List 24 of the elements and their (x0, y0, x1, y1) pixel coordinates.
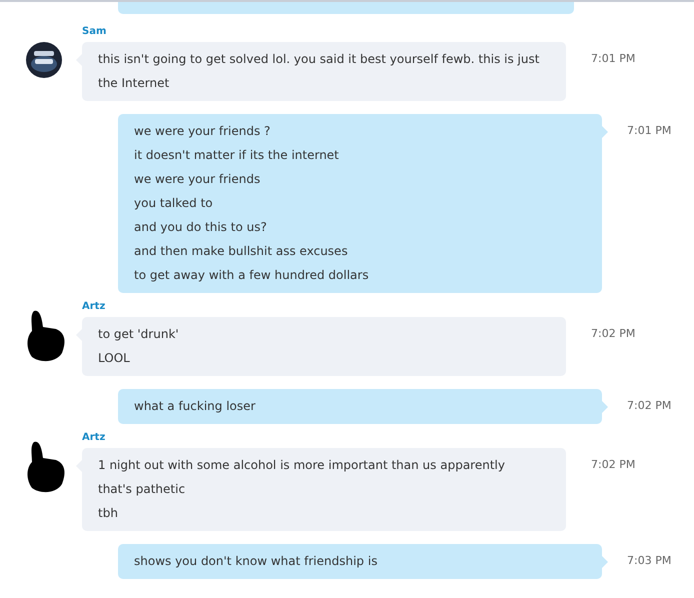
message-text: we were your friends ? (134, 123, 272, 140)
message-text: LOOL (98, 350, 131, 367)
message-text: it doesn't matter if its the internet (134, 147, 340, 164)
sender-name: Sam (82, 26, 108, 38)
message-time: 7:03 PM (627, 553, 672, 569)
sender-name: Artz (82, 301, 106, 313)
sender-name: Artz (82, 432, 106, 444)
message-text: this isn't going to get solved lol. you said it best yourself fewb. this is just the Internet (98, 51, 540, 92)
message-text: what a fucking loser (134, 398, 256, 415)
message-time: 7:02 PM (591, 457, 636, 473)
message-text: tbh (98, 505, 119, 522)
message-text: 1 night out with some alcohol is more important than us apparently (98, 457, 506, 474)
message-text: and you do this to us? (134, 219, 268, 236)
message-text: that's pathetic (98, 481, 186, 498)
message-time: 7:02 PM (627, 398, 672, 414)
message-time: 7:01 PM (591, 51, 636, 67)
message-time: 7:01 PM (627, 123, 672, 139)
message-text: to get away with a few hundred dollars (134, 267, 370, 284)
message-text: and then make bullshit ass excuses (134, 243, 349, 260)
message-text: you talked to (134, 195, 214, 212)
message-text: shows you don't know what friendship is (134, 553, 378, 570)
message-text: to get 'drunk' (98, 326, 180, 343)
message-time: 7:02 PM (591, 326, 636, 342)
message-text: we were your friends (134, 171, 262, 188)
